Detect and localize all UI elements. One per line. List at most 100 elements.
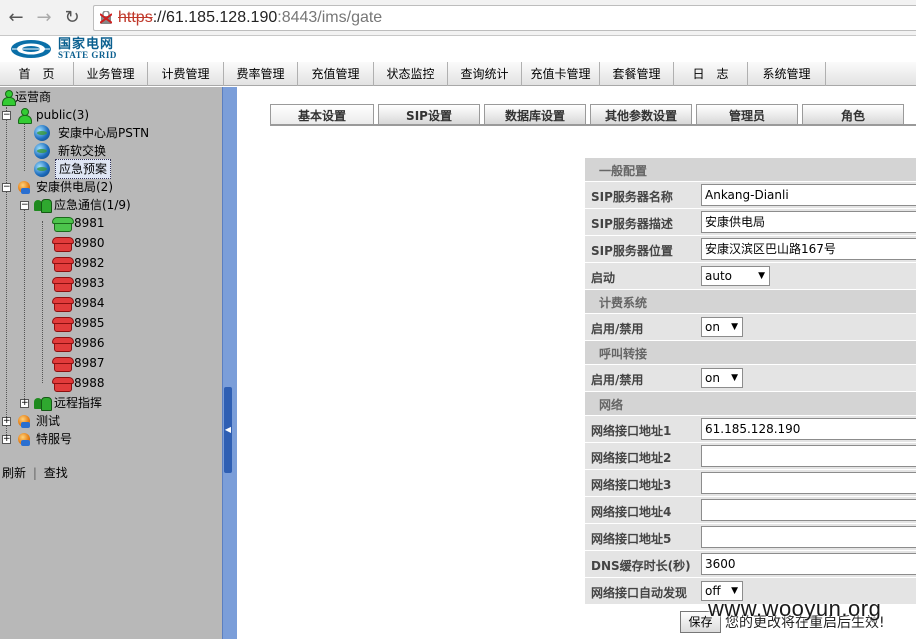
tab-database[interactable]: 数据库设置 xyxy=(484,104,586,126)
tree-expander-test[interactable]: + xyxy=(2,417,11,426)
logo-en-text: STATE GRID xyxy=(58,50,117,60)
tree-ext-8986[interactable]: 8986 xyxy=(52,334,105,352)
tree-root[interactable]: 运营商 xyxy=(0,88,51,106)
organization-icon xyxy=(16,413,32,429)
phone-offline-icon xyxy=(52,276,74,292)
sip-location-label: SIP服务器位置 xyxy=(591,244,673,258)
menu-query[interactable]: 查询统计 xyxy=(448,62,522,86)
tree-ext-label: 8988 xyxy=(74,376,105,390)
tree-node-softswitch-label: 新软交换 xyxy=(58,144,107,158)
dropdown-arrow-icon: ▼ xyxy=(758,271,765,281)
tree-ext-8981[interactable]: 8981 xyxy=(52,214,105,232)
tree-node-remote[interactable]: 远程指挥 xyxy=(34,394,102,412)
refresh-link[interactable]: 刷新 xyxy=(2,466,26,480)
tree-node-emergency-plan[interactable]: 应急预案 xyxy=(34,159,112,179)
collapse-handle-icon[interactable]: ◀ xyxy=(224,387,232,473)
group-user-icon xyxy=(16,107,32,124)
if4-input[interactable] xyxy=(701,499,916,521)
tree-ext-8983[interactable]: 8983 xyxy=(52,274,105,292)
menu-log[interactable]: 日 志 xyxy=(674,62,748,86)
if2-input[interactable] xyxy=(701,445,916,467)
section-network: 网络 xyxy=(585,392,916,416)
section-forward: 呼叫转接 xyxy=(585,341,916,365)
reload-icon[interactable]: ↻ xyxy=(60,6,84,30)
back-arrow-icon[interactable]: ← xyxy=(4,6,28,30)
sip-location-input[interactable]: 安康汉滨区巴山路167号 xyxy=(701,238,916,260)
tree-node-public[interactable]: public(3) xyxy=(16,106,89,124)
row-if3: 网络接口地址3 xyxy=(585,470,916,497)
tree-expander-special[interactable]: + xyxy=(2,435,11,444)
tab-other-params[interactable]: 其他参数设置 xyxy=(590,104,692,126)
tree-ext-8988[interactable]: 8988 xyxy=(52,374,105,392)
organization-icon xyxy=(16,179,32,195)
tree-expander-ankang[interactable]: − xyxy=(2,183,11,192)
menu-rates[interactable]: 费率管理 xyxy=(224,62,298,86)
section-general-title: 一般配置 xyxy=(599,164,648,178)
tree-ext-8984[interactable]: 8984 xyxy=(52,294,105,312)
row-if4: 网络接口地址4 xyxy=(585,497,916,524)
dropdown-arrow-icon: ▼ xyxy=(731,322,738,332)
phone-offline-icon xyxy=(52,296,74,312)
menu-card[interactable]: 充值卡管理 xyxy=(522,62,600,86)
tree-ext-label: 8980 xyxy=(74,236,105,250)
if2-label: 网络接口地址2 xyxy=(591,451,672,465)
tree-expander-public[interactable]: − xyxy=(2,111,11,120)
tree-node-softswitch[interactable]: 新软交换 xyxy=(34,142,106,160)
globe-icon xyxy=(34,125,50,141)
tab-sip[interactable]: SIP设置 xyxy=(378,104,480,126)
forward-enable-label: 启用/禁用 xyxy=(591,373,644,387)
state-grid-emblem-icon xyxy=(11,40,51,58)
sip-desc-input[interactable]: 安康供电局 xyxy=(701,211,916,233)
start-select[interactable]: auto ▼ xyxy=(701,266,770,286)
if3-label: 网络接口地址3 xyxy=(591,478,672,492)
dns-cache-input[interactable]: 3600 xyxy=(701,553,916,575)
menu-package[interactable]: 套餐管理 xyxy=(600,62,674,86)
tree-node-test-label: 测试 xyxy=(36,414,61,428)
tree-node-public-label: public(3) xyxy=(36,108,90,122)
tree-node-emergency-label: 应急通信(1/9) xyxy=(54,198,131,212)
menu-billing[interactable]: 计费管理 xyxy=(148,62,224,86)
tree-node-special[interactable]: 特服号 xyxy=(16,430,72,448)
menu-recharge[interactable]: 充值管理 xyxy=(298,62,374,86)
tree-ext-label: 8986 xyxy=(74,336,105,350)
sip-name-input[interactable]: Ankang-Dianli xyxy=(701,184,916,206)
tab-basic[interactable]: 基本设置 xyxy=(270,104,374,126)
menu-home[interactable]: 首 页 xyxy=(0,62,74,86)
tree-node-ankang[interactable]: 安康供电局(2) xyxy=(16,178,113,196)
tree-ext-8985[interactable]: 8985 xyxy=(52,314,105,332)
address-bar[interactable]: https://61.185.128.190:8443/ims/gate xyxy=(93,5,916,31)
url-scheme: https xyxy=(118,9,153,26)
row-forward-enable: 启用/禁用 on ▼ xyxy=(585,365,916,392)
tree-node-emergency[interactable]: 应急通信(1/9) xyxy=(34,196,131,214)
tree-ext-8980[interactable]: 8980 xyxy=(52,234,105,252)
tab-admin[interactable]: 管理员 xyxy=(696,104,798,126)
tree-expander-remote[interactable]: + xyxy=(20,399,29,408)
row-dns-cache: DNS缓存时长(秒) 3600 xyxy=(585,551,916,578)
menu-monitor[interactable]: 状态监控 xyxy=(374,62,448,86)
menu-system[interactable]: 系统管理 xyxy=(748,62,826,86)
tree-expander-emergency[interactable]: − xyxy=(20,201,29,210)
tab-role[interactable]: 角色 xyxy=(802,104,904,126)
if3-input[interactable] xyxy=(701,472,916,494)
find-link[interactable]: 查找 xyxy=(44,466,68,480)
forward-arrow-icon[interactable]: → xyxy=(32,6,56,30)
if5-input[interactable] xyxy=(701,526,916,548)
tree-node-pstn[interactable]: 安康中心局PSTN xyxy=(34,124,149,142)
row-start: 启动 auto ▼ xyxy=(585,263,916,290)
panel-splitter[interactable]: ◀ xyxy=(222,87,237,639)
if1-input[interactable]: 61.185.128.190 xyxy=(701,418,916,440)
tree-node-test[interactable]: 测试 xyxy=(16,412,60,430)
tree-ext-label: 8982 xyxy=(74,256,105,270)
browser-toolbar: ← → ↻ https://61.185.128.190:8443/ims/ga… xyxy=(0,0,916,36)
tree-ext-8982[interactable]: 8982 xyxy=(52,254,105,272)
tree-ext-label: 8984 xyxy=(74,296,105,310)
menu-business[interactable]: 业务管理 xyxy=(74,62,148,86)
billing-enable-select[interactable]: on ▼ xyxy=(701,317,743,337)
top-menu: 首 页 业务管理 计费管理 费率管理 充值管理 状态监控 查询统计 充值卡管理 … xyxy=(0,62,916,86)
forward-enable-select[interactable]: on ▼ xyxy=(701,368,743,388)
section-network-title: 网络 xyxy=(599,398,624,412)
tree-ext-8987[interactable]: 8987 xyxy=(52,354,105,372)
url-path: :8443/ims/gate xyxy=(277,9,383,26)
tree-actions: 刷新 | 查找 xyxy=(2,464,68,481)
tree-node-ankang-label: 安康供电局(2) xyxy=(36,180,113,194)
